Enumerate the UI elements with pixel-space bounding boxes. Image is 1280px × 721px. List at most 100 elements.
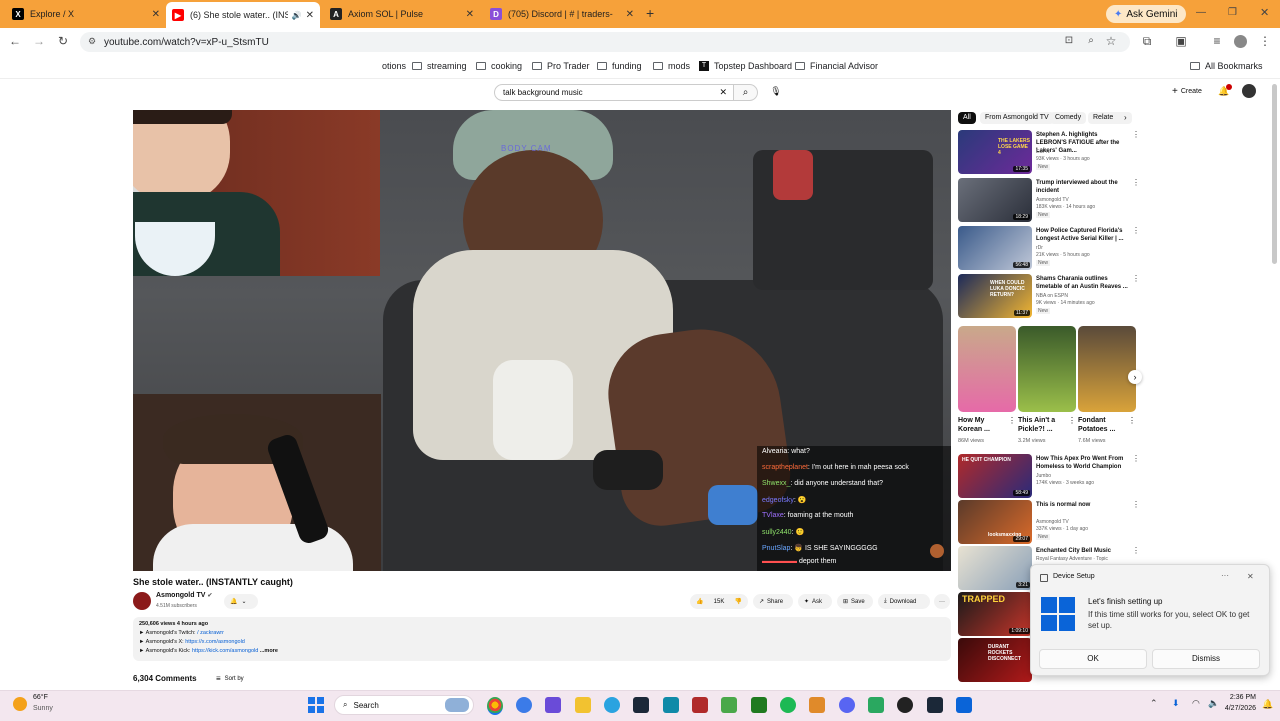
wifi-icon[interactable]: ◠ [1192, 698, 1200, 709]
bookmark-folder-financial-advisor[interactable]: Financial Advisor [795, 61, 878, 71]
menu-icon[interactable]: ⋮ [1258, 34, 1272, 48]
install-app-icon[interactable]: ⊡ [1062, 34, 1076, 48]
bookmark-item[interactable]: otions [382, 61, 406, 71]
video-player[interactable]: BODY CAM Alvearia: what? scraptheplanet:… [133, 110, 951, 571]
teams-taskbar-icon[interactable] [545, 697, 561, 713]
chips-next-icon[interactable]: › [1124, 113, 1127, 122]
chip-all[interactable]: All [958, 112, 976, 124]
close-tab-icon[interactable]: ✕ [306, 10, 314, 21]
bookmark-folder-funding[interactable]: funding [597, 61, 642, 71]
close-window-icon[interactable]: ✕ [1260, 6, 1269, 19]
clock-time[interactable]: 2:36 PM [1222, 694, 1256, 701]
back-icon[interactable]: ← [8, 34, 22, 48]
notification-center-icon[interactable]: 🔔 [1262, 699, 1273, 710]
tab-explore-x[interactable]: X Explore / X ✕ [6, 4, 166, 24]
all-bookmarks[interactable]: All Bookmarks [1190, 61, 1263, 71]
bookmark-folder-pro-trader[interactable]: Pro Trader [532, 61, 590, 71]
recommended-video[interactable]: HE QUIT CHAMPION 58:49 How This Apex Pro … [958, 454, 1140, 498]
copilot-taskbar-icon[interactable] [516, 697, 532, 713]
channel-name[interactable]: Asmongold TV ✔ [156, 592, 212, 599]
notification-close-icon[interactable]: ✕ [1247, 572, 1254, 581]
bookmark-folder-streaming[interactable]: streaming [412, 61, 467, 71]
steam-taskbar-icon[interactable] [927, 697, 943, 713]
close-tab-icon[interactable]: ✕ [626, 9, 634, 20]
more-options-icon[interactable]: ⋮ [1008, 416, 1016, 425]
notification-dismiss-button[interactable]: Dismiss [1152, 649, 1260, 669]
search-button[interactable]: ⌕ [734, 84, 758, 101]
weather-sun-icon[interactable] [13, 697, 27, 711]
share-button[interactable]: ↗ Share [753, 594, 793, 609]
more-options-icon[interactable]: ⋮ [1132, 546, 1140, 555]
page-scrollbar[interactable] [1272, 84, 1277, 264]
shorts-next-icon[interactable]: › [1128, 370, 1142, 384]
chip-comedy[interactable]: Comedy [1050, 112, 1087, 124]
file-explorer-taskbar-icon[interactable] [575, 697, 591, 713]
youtube-search-input[interactable]: talk background music ✕ [494, 84, 734, 101]
sidepanel-icon[interactable]: ▣ [1174, 34, 1188, 48]
subscribed-bell-button[interactable]: 🔔 ⌄ [224, 594, 258, 609]
recommended-video[interactable]: looksmaxxing 29:07 This is normal now Asm… [958, 500, 1140, 544]
recommended-video[interactable]: WHEN COULD LUKA DONCIC RETURN? 11:37 Sham… [958, 274, 1140, 318]
tray-app-icon[interactable]: ⬇ [1172, 698, 1180, 709]
spotify-taskbar-icon[interactable] [780, 697, 796, 713]
extensions-icon[interactable]: ⧉ [1140, 34, 1154, 48]
ask-button[interactable]: ✦ Ask [798, 594, 832, 609]
app-taskbar-icon[interactable] [663, 697, 679, 713]
save-button[interactable]: ⊞ Save [837, 594, 873, 609]
more-options-icon[interactable]: ⋮ [1132, 454, 1140, 463]
notification-more-icon[interactable]: ··· [1221, 571, 1229, 580]
kick-link[interactable]: https://kick.com/asmongold [192, 648, 258, 654]
recommended-video[interactable]: 18:29 Trump interviewed about the incide… [958, 178, 1140, 222]
short-thumbnail[interactable] [1078, 326, 1136, 412]
bookmark-topstep[interactable]: T Topstep Dashboard [699, 61, 792, 71]
x-link[interactable]: https://x.com/asmongold [185, 639, 245, 645]
recommended-video[interactable]: THE LAKERS LOSE GAME 4 17:35 Stephen A. h… [958, 130, 1140, 174]
app-taskbar-icon[interactable] [868, 697, 884, 713]
app-taskbar-icon[interactable] [809, 697, 825, 713]
app-taskbar-icon[interactable] [692, 697, 708, 713]
recommended-video[interactable]: 56:48 How Police Captured Florida's Long… [958, 226, 1140, 270]
app-taskbar-icon[interactable] [721, 697, 737, 713]
more-actions-button[interactable]: ··· [934, 594, 950, 609]
obs-taskbar-icon[interactable] [897, 697, 913, 713]
close-tab-icon[interactable]: ✕ [152, 9, 160, 20]
chrome-taskbar-icon[interactable] [487, 697, 503, 715]
telegram-taskbar-icon[interactable] [604, 697, 620, 713]
tab-discord[interactable]: D (705) Discord | # | traders- ✕ [484, 4, 640, 24]
channel-avatar[interactable] [133, 592, 151, 610]
create-button[interactable]: + Create [1172, 86, 1202, 97]
app-taskbar-icon[interactable] [956, 697, 972, 713]
steam-taskbar-icon[interactable] [633, 697, 649, 713]
bookmark-star-icon[interactable]: ☆ [1104, 34, 1118, 48]
more-options-icon[interactable]: ⋮ [1128, 416, 1136, 425]
discord-taskbar-icon[interactable] [839, 697, 855, 713]
more-options-icon[interactable]: ⋮ [1068, 416, 1076, 425]
description-box[interactable]: 250,606 views 4 hours ago ► Asmongold's … [133, 617, 951, 661]
new-tab-button[interactable]: + [646, 5, 654, 21]
tab-axiom[interactable]: A Axiom SOL | Pulse ✕ [324, 4, 480, 24]
mic-icon[interactable]: 🎙 [770, 86, 782, 98]
site-info-icon[interactable]: ⚙ [88, 36, 98, 46]
xbox-taskbar-icon[interactable] [751, 697, 767, 713]
speaker-icon[interactable]: 🔊 [292, 11, 302, 20]
bookmark-folder-cooking[interactable]: cooking [476, 61, 522, 71]
close-tab-icon[interactable]: ✕ [466, 9, 474, 20]
profile-avatar[interactable] [1234, 35, 1247, 48]
reading-list-icon[interactable]: ≡ [1210, 34, 1224, 48]
chip-from-channel[interactable]: From Asmongold TV [980, 112, 1054, 124]
notification-ok-button[interactable]: OK [1039, 649, 1147, 669]
more-options-icon[interactable]: ⋮ [1132, 178, 1140, 187]
taskbar-search[interactable]: ⌕ Search [334, 695, 474, 715]
like-dislike-button[interactable]: 👍 15K 👎 [690, 594, 748, 609]
show-more-link[interactable]: ...more [260, 648, 278, 654]
sort-by-button[interactable]: ≡ Sort by [216, 674, 244, 683]
twitch-link[interactable]: / zackrawrr [197, 630, 224, 636]
clock-date[interactable]: 4/27/2026 [1216, 705, 1256, 712]
ask-gemini-button[interactable]: ✦ Ask Gemini [1106, 5, 1186, 23]
short-thumbnail[interactable] [1018, 326, 1076, 412]
tab-youtube[interactable]: ▶ (6) She stole water.. (INSTAN 🔊 ✕ [166, 2, 320, 28]
minimize-window-icon[interactable]: — [1196, 7, 1206, 18]
bookmark-folder-mods[interactable]: mods [653, 61, 690, 71]
reload-icon[interactable]: ↻ [56, 34, 70, 48]
short-thumbnail[interactable] [958, 326, 1016, 412]
